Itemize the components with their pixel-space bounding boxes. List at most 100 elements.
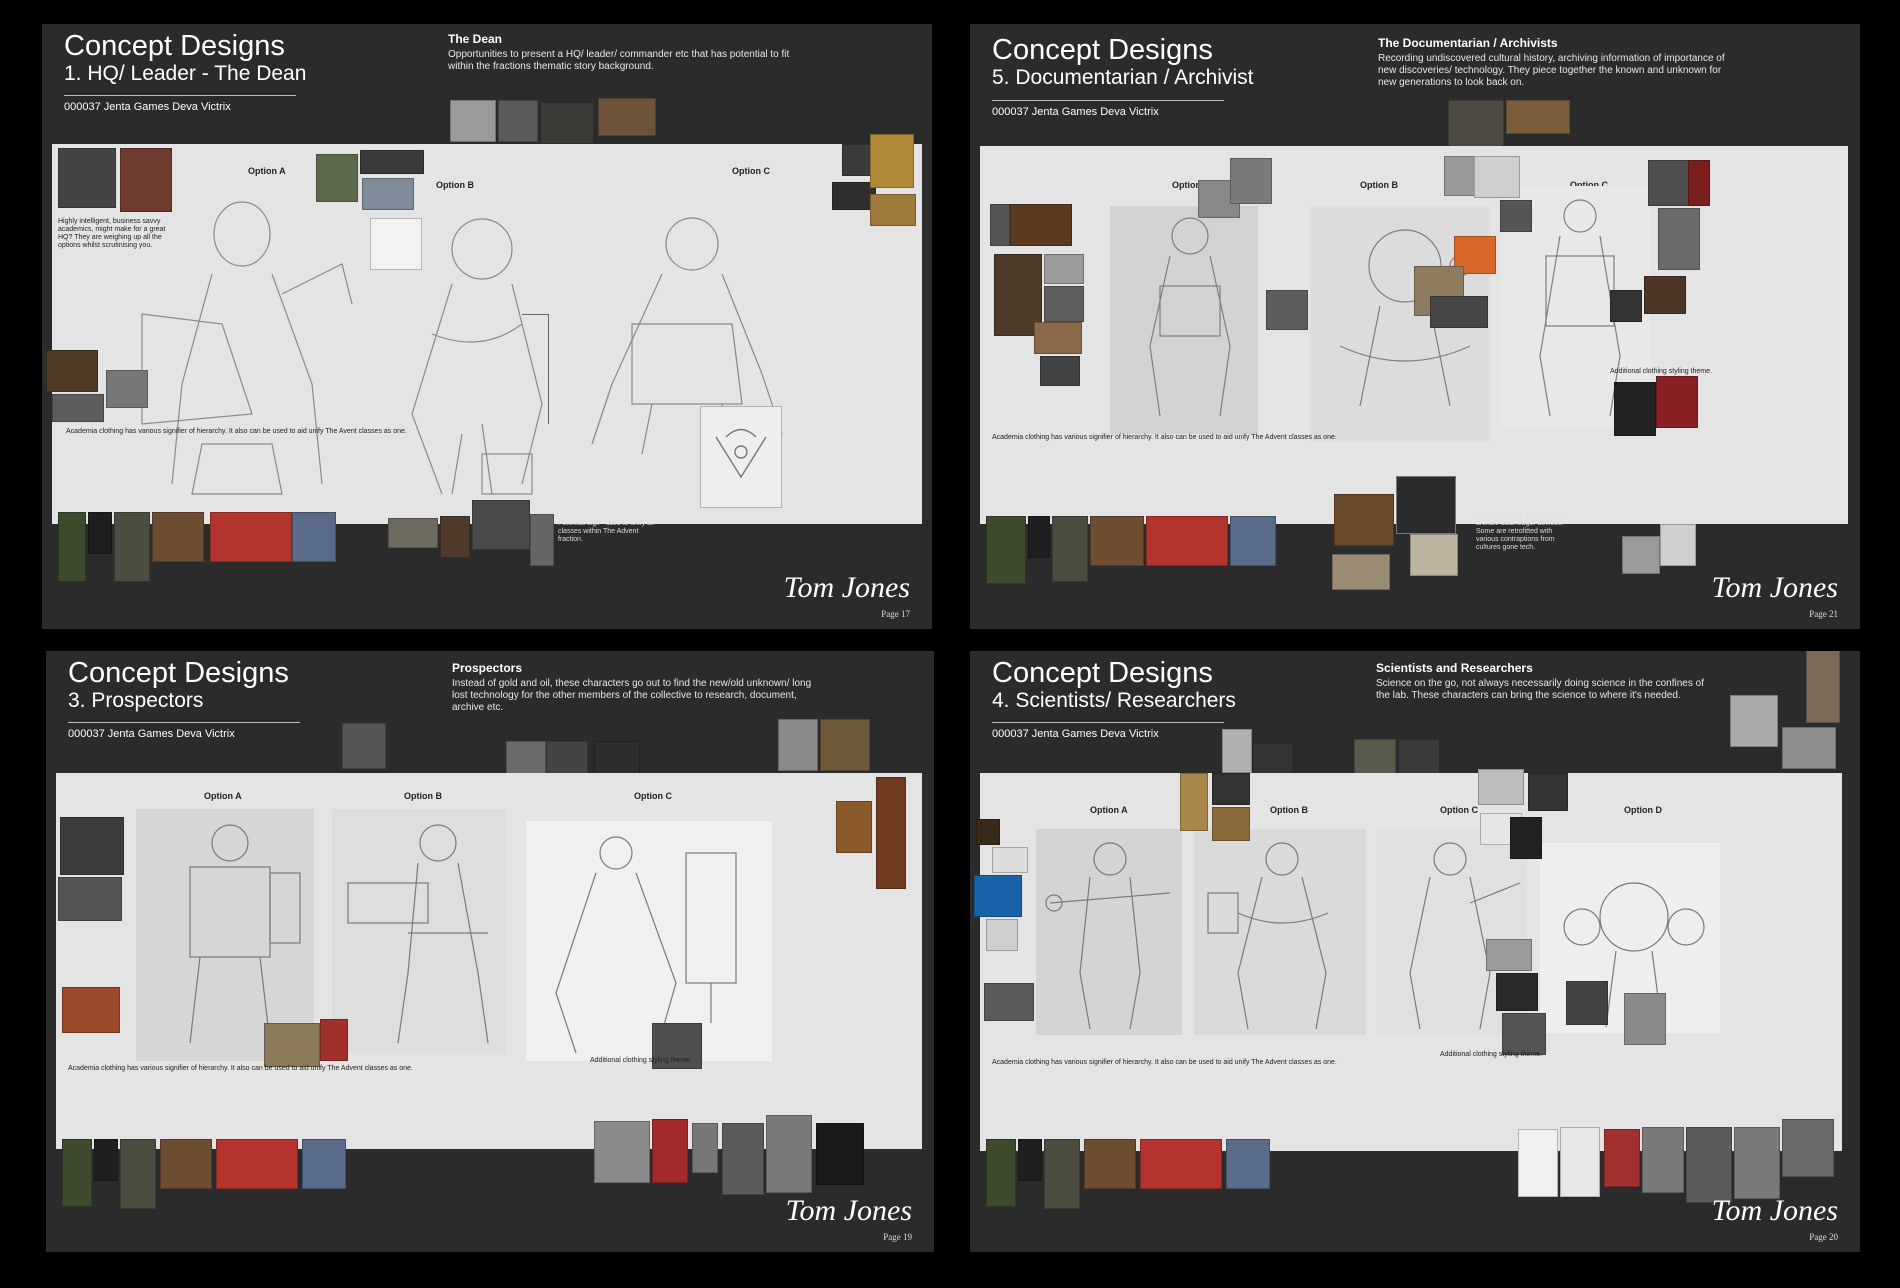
reference-photo	[46, 350, 98, 392]
reference-photo	[1044, 286, 1084, 322]
reference-photo	[264, 1023, 320, 1067]
reference-photo	[120, 1139, 156, 1209]
reference-photo	[1226, 1139, 1270, 1189]
reference-photo	[88, 512, 112, 554]
reference-photo	[450, 100, 496, 142]
reference-photo	[1252, 743, 1294, 775]
reference-photo	[1010, 204, 1072, 246]
page-number: Page 20	[1809, 1232, 1838, 1242]
option-label: Option A	[204, 791, 242, 801]
reference-photo	[1656, 376, 1698, 428]
reference-photo	[1688, 160, 1710, 206]
reference-photo	[1644, 276, 1686, 314]
reference-photo	[472, 500, 530, 550]
option-label: Option D	[1624, 805, 1662, 815]
project-ref: 000037 Jenta Games Deva Victrix	[68, 728, 235, 740]
reference-photo	[1528, 773, 1568, 811]
connector-line	[522, 314, 548, 315]
sigil-icon	[715, 428, 767, 479]
reference-photo	[1222, 729, 1252, 773]
reference-photo	[1212, 773, 1250, 805]
reference-photo	[320, 1019, 348, 1061]
signature: Tom Jones	[1711, 1194, 1838, 1227]
reference-photo	[210, 512, 292, 562]
character-sketch-b	[1207, 842, 1329, 1030]
reference-photo	[1084, 1139, 1136, 1189]
reference-photo	[1486, 939, 1532, 971]
reference-photo	[440, 516, 470, 558]
reference-photo	[62, 1139, 92, 1207]
character-sketch-b	[411, 218, 543, 495]
note-clothing: Additional clothing styling theme.	[1610, 368, 1712, 375]
option-label: Option A	[248, 166, 286, 176]
reference-photo	[58, 512, 86, 582]
option-label: Option B	[1270, 805, 1308, 815]
page-number: Page 21	[1809, 609, 1838, 619]
reference-photo	[986, 919, 1018, 951]
title-rule	[992, 722, 1224, 723]
reference-photo	[1660, 524, 1696, 566]
reference-photo	[1028, 516, 1050, 558]
concept-board: Option A Option B Option C	[56, 773, 922, 1149]
concept-board: Option A Option B Option C Highly intell…	[46, 134, 922, 524]
option-label: Option C	[634, 791, 672, 801]
section-title: The Documentarian / Archivists	[1378, 36, 1558, 50]
reference-photo	[986, 516, 1026, 584]
reference-photo	[1566, 981, 1608, 1025]
reference-photo	[1332, 554, 1390, 590]
reference-photo	[1180, 773, 1208, 831]
concept-sheet-dean: Concept Designs 1. HQ/ Leader - The Dean…	[42, 24, 932, 629]
sheet-title: Concept Designs	[992, 34, 1213, 66]
section-text: Opportunities to present a HQ/ leader/ c…	[448, 49, 790, 72]
reference-photo	[870, 194, 916, 226]
note-clothing: Additional clothing styling theme.	[1440, 1051, 1542, 1058]
note-ledger: Documentarian and archivers archaic data…	[1476, 512, 1568, 551]
reference-photo	[1624, 993, 1666, 1045]
reference-photo	[820, 719, 870, 771]
reference-photo	[652, 1119, 688, 1183]
reference-photo	[1734, 1127, 1780, 1199]
reference-photo	[1648, 160, 1690, 206]
option-label: Option C	[1440, 805, 1478, 815]
reference-photo	[974, 875, 1022, 917]
character-sketch-a	[189, 824, 301, 1044]
page-number: Page 19	[883, 1232, 912, 1242]
reference-photo	[692, 1123, 718, 1173]
reference-photo	[1614, 382, 1656, 436]
character-sketch-a	[1045, 842, 1171, 1030]
reference-photo	[986, 1139, 1016, 1207]
reference-photo	[498, 100, 538, 142]
sigil-sketch	[700, 406, 782, 508]
character-sketch-c	[555, 836, 737, 1054]
reference-photo	[1430, 296, 1488, 328]
sheet-subtitle: 1. HQ/ Leader - The Dean	[64, 62, 307, 85]
project-ref: 000037 Jenta Games Deva Victrix	[992, 106, 1159, 118]
reference-photo	[52, 394, 104, 422]
sheet-title: Concept Designs	[64, 30, 285, 62]
reference-photo	[778, 719, 818, 771]
reference-photo	[1560, 1127, 1600, 1197]
reference-photo	[1510, 817, 1542, 859]
option-label: Option B	[1360, 180, 1398, 190]
reference-photo	[530, 514, 554, 566]
concept-sheet-archivist: Concept Designs 5. Documentarian / Archi…	[970, 24, 1860, 629]
reference-photo	[1658, 208, 1700, 270]
sheet-title: Concept Designs	[68, 657, 289, 689]
project-ref: 000037 Jenta Games Deva Victrix	[992, 728, 1159, 740]
section-title: The Dean	[448, 32, 503, 46]
sheet-title: Concept Designs	[992, 657, 1213, 689]
reference-photo	[114, 512, 150, 582]
reference-photo	[1478, 769, 1524, 805]
option-label: Option A	[1090, 805, 1128, 815]
reference-photo	[1396, 476, 1456, 534]
reference-photo	[94, 1139, 118, 1181]
section-title: Scientists and Researchers	[1376, 661, 1533, 675]
section-text: Recording undiscovered cultural history,…	[1378, 53, 1725, 88]
reference-photo	[1806, 651, 1840, 723]
reference-photo	[1266, 290, 1308, 330]
connector-line	[548, 314, 549, 424]
reference-photo	[870, 134, 914, 188]
reference-photo	[1502, 1013, 1546, 1055]
caption-academia: Academia clothing has various signifier …	[992, 1059, 1337, 1066]
signature: Tom Jones	[785, 1194, 912, 1227]
